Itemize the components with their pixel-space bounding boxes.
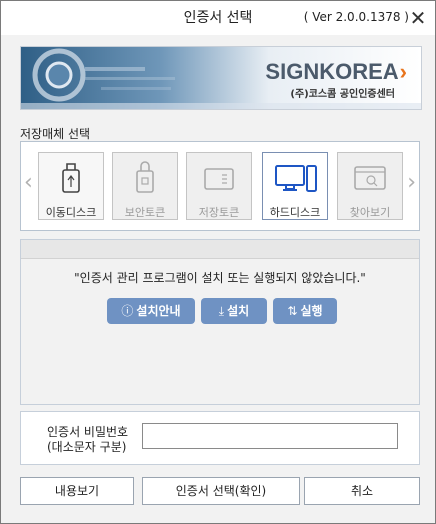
logo-text: SIGNKOREA	[265, 59, 399, 84]
media-tile-label: 찾아보기	[349, 206, 391, 219]
button-label: 설치안내	[136, 304, 181, 318]
storage-token-icon	[204, 168, 234, 190]
install-guide-button[interactable]: ⓘ 설치안내	[107, 298, 195, 324]
media-tile-removable-disk[interactable]: 이동디스크	[38, 152, 104, 220]
media-tile-label: 저장토큰	[198, 206, 240, 219]
panel-header-strip	[21, 240, 419, 259]
media-tile-label: 하드디스크	[269, 206, 321, 219]
usb-icon	[62, 163, 80, 193]
run-icon: ⇅	[287, 304, 298, 318]
view-details-button[interactable]: 내용보기	[20, 477, 134, 505]
hard-disk-icon	[275, 165, 317, 192]
media-tile-label: 보안토큰	[124, 206, 166, 219]
media-section-label: 저장매체 선택	[20, 127, 91, 141]
status-message: "인증서 관리 프로그램이 설치 또는 실행되지 않았습니다."	[74, 271, 366, 285]
next-arrow-icon[interactable]: ›	[407, 172, 416, 194]
password-field[interactable]	[142, 423, 398, 449]
run-button[interactable]: ⇅ 실행	[273, 298, 337, 324]
prev-arrow-icon[interactable]: ‹	[24, 172, 33, 194]
banner-subtitle: (주)코스콤 공인인증센터	[290, 89, 395, 100]
install-button[interactable]: ⤓ 설치	[201, 298, 267, 324]
media-tile-security-token[interactable]: 보안토큰	[112, 152, 178, 220]
password-panel: 인증서 비밀번호 (대소문자 구분)	[20, 411, 420, 465]
certificate-dialog: 인증서 선택 ( Ver 2.0.0.1378 ) ✕ SIGNKOREA› (…	[0, 0, 436, 524]
button-label: 실행	[300, 304, 323, 318]
download-icon: ⤓	[218, 304, 225, 318]
media-tile-storage-token[interactable]: 저장토큰	[186, 152, 252, 220]
version-label: ( Ver 2.0.0.1378 )	[303, 10, 409, 24]
logo-arrow-icon: ›	[399, 59, 407, 84]
title-bar: 인증서 선택 ( Ver 2.0.0.1378 ) ✕	[1, 1, 435, 35]
brand-banner: SIGNKOREA› (주)코스콤 공인인증센터	[20, 46, 422, 110]
password-hint: (대소문자 구분)	[47, 440, 127, 454]
close-icon[interactable]: ✕	[407, 7, 429, 29]
status-panel: "인증서 관리 프로그램이 설치 또는 실행되지 않았습니다." ⓘ 설치안내 ⤓…	[20, 239, 420, 405]
browse-icon	[354, 166, 386, 190]
media-selector: ‹ 이동디스크 보안토큰 저장토큰 하드디스크 찾아보기 ›	[20, 141, 420, 231]
info-icon: ⓘ	[121, 304, 134, 318]
media-tile-label: 이동디스크	[45, 206, 97, 219]
button-label: 설치	[227, 304, 250, 318]
security-token-icon	[136, 161, 154, 193]
cancel-button[interactable]: 취소	[304, 477, 420, 505]
media-tile-hard-disk[interactable]: 하드디스크	[262, 152, 328, 220]
confirm-select-button[interactable]: 인증서 선택(확인)	[142, 477, 300, 505]
media-tile-browse[interactable]: 찾아보기	[337, 152, 403, 220]
signkorea-logo: SIGNKOREA›	[265, 59, 407, 85]
